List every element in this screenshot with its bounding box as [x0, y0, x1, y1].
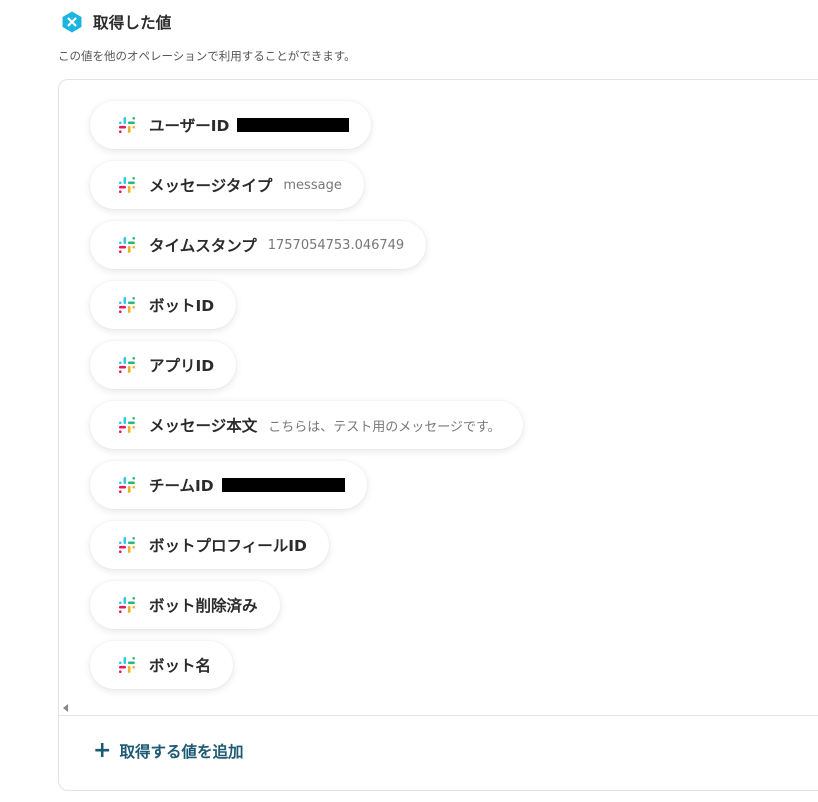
- slack-icon: [119, 117, 135, 133]
- chip-label: アプリID: [149, 357, 215, 375]
- hexagon-x-icon: [62, 11, 82, 33]
- redacted-value: [221, 478, 345, 492]
- slack-icon: [119, 177, 135, 193]
- chip-value: こちらは、テスト用のメッセージです。: [268, 419, 501, 435]
- chip-value: 1757054753.046749: [267, 237, 405, 253]
- slack-icon: [119, 657, 135, 673]
- value-chip[interactable]: アプリID: [90, 341, 237, 389]
- value-chip[interactable]: ボット名: [90, 641, 234, 689]
- value-chip[interactable]: ユーザーID: [90, 101, 372, 149]
- value-chip[interactable]: メッセージタイプ message: [90, 161, 364, 209]
- section-subtitle: この値を他のオペレーションで利用することができます。: [58, 49, 356, 63]
- slack-icon: [119, 537, 135, 553]
- value-chip[interactable]: チームID: [90, 461, 367, 509]
- horizontal-scrollbar[interactable]: [59, 702, 818, 714]
- values-panel: ユーザーID メッセージタイプ message タイムスタンプ 1757054753.0…: [58, 79, 818, 791]
- value-chip[interactable]: タイムスタンプ 1757054753.046749: [90, 221, 427, 269]
- divider: [59, 715, 818, 716]
- add-value-label: 取得する値を追加: [119, 743, 244, 761]
- chip-label: ユーザーID: [149, 117, 230, 135]
- redacted-value: [237, 118, 350, 132]
- value-chip[interactable]: ボットID: [90, 281, 237, 329]
- chip-label: ボット削除済み: [149, 597, 258, 615]
- chip-label: ボットID: [149, 297, 215, 315]
- plus-icon: +: [93, 738, 112, 763]
- chip-label: チームID: [149, 477, 214, 495]
- slack-icon: [119, 237, 135, 253]
- slack-icon: [119, 597, 135, 613]
- chip-label: タイムスタンプ: [149, 237, 257, 255]
- slack-icon: [119, 357, 135, 373]
- chip-label: ボットプロフィールID: [149, 537, 307, 555]
- chip-label: メッセージ本文: [149, 417, 258, 435]
- section-header: 取得した値: [60, 9, 172, 35]
- slack-icon: [119, 417, 135, 433]
- section-title: 取得した値: [93, 14, 172, 32]
- scroll-left-arrow-icon[interactable]: [63, 704, 68, 712]
- slack-icon: [119, 477, 135, 493]
- chip-list: ユーザーID メッセージタイプ message タイムスタンプ 1757054753.0…: [59, 80, 818, 702]
- value-chip[interactable]: メッセージ本文 こちらは、テスト用のメッセージです。: [90, 401, 523, 449]
- chip-label: メッセージタイプ: [149, 177, 273, 195]
- chip-value: message: [283, 177, 342, 193]
- slack-icon: [119, 297, 135, 313]
- add-value-button[interactable]: + 取得する値を追加: [93, 740, 243, 762]
- value-chip[interactable]: ボット削除済み: [90, 581, 280, 629]
- chip-label: ボット名: [149, 657, 212, 675]
- value-chip[interactable]: ボットプロフィールID: [90, 521, 329, 569]
